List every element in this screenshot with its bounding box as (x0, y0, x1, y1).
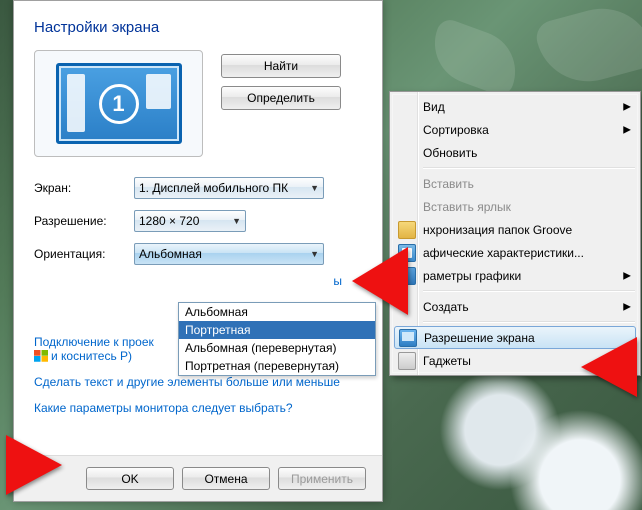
resolution-label: Разрешение: (34, 214, 134, 228)
ctx-separator (423, 321, 635, 323)
detect-button[interactable]: Определить (221, 86, 341, 110)
ctx-graphics-properties[interactable]: афические характеристики... (393, 241, 637, 264)
ctx-separator (423, 290, 635, 292)
monitor-preview[interactable]: 1 (34, 50, 203, 157)
monitor-thumbnail[interactable]: 1 (56, 63, 182, 144)
ctx-paste: Вставить (393, 172, 637, 195)
which-settings-link[interactable]: Какие параметры монитора следует выбрать… (34, 401, 362, 415)
display-settings-dialog: Настройки экрана 1 Найти Определить Экра… (13, 0, 383, 502)
ctx-paste-shortcut: Вставить ярлык (393, 195, 637, 218)
gadget-icon (398, 352, 416, 370)
dialog-title: Настройки экрана (34, 19, 362, 36)
folder-sync-icon (398, 221, 416, 239)
monitor-icon (399, 329, 417, 347)
ok-button[interactable]: OK (86, 467, 174, 490)
monitor-number: 1 (99, 84, 139, 124)
orientation-label: Ориентация: (34, 247, 134, 261)
display-dropdown[interactable]: 1. Дисплей мобильного ПК ▼ (134, 177, 324, 199)
orientation-option-landscape-flipped[interactable]: Альбомная (перевернутая) (179, 339, 375, 357)
submenu-arrow-icon: ▶ (623, 101, 631, 112)
decor-leaf (533, 0, 642, 93)
ctx-view[interactable]: Вид▶ (393, 95, 637, 118)
desktop-context-menu[interactable]: Вид▶ Сортировка▶ Обновить Вставить Встав… (389, 91, 641, 376)
ctx-sort[interactable]: Сортировка▶ (393, 118, 637, 141)
chevron-down-icon: ▼ (310, 249, 319, 259)
chevron-down-icon: ▼ (310, 183, 319, 193)
find-button[interactable]: Найти (221, 54, 341, 78)
windows-logo-icon (34, 350, 48, 362)
annotation-arrow-orientation (330, 247, 410, 327)
ctx-new[interactable]: Создать▶ (393, 295, 637, 318)
orientation-option-portrait-flipped[interactable]: Портретная (перевернутая) (179, 357, 375, 375)
apply-button[interactable]: Применить (278, 467, 366, 490)
submenu-arrow-icon: ▶ (623, 270, 631, 281)
decor-leaf (423, 16, 526, 98)
submenu-arrow-icon: ▶ (623, 124, 631, 135)
resolution-dropdown[interactable]: 1280 × 720 ▼ (134, 210, 246, 232)
submenu-arrow-icon: ▶ (623, 301, 631, 312)
orientation-dropdown[interactable]: Альбомная ▼ (134, 243, 324, 265)
text-size-link[interactable]: Сделать текст и другие элементы больше и… (34, 375, 362, 389)
ctx-graphics-params[interactable]: раметры графики▶ (393, 264, 637, 287)
ctx-separator (423, 167, 635, 169)
ctx-refresh[interactable]: Обновить (393, 141, 637, 164)
chevron-down-icon: ▼ (232, 216, 241, 226)
annotation-arrow-ok (4, 435, 84, 505)
cancel-button[interactable]: Отмена (182, 467, 270, 490)
display-label: Экран: (34, 181, 134, 195)
annotation-arrow-context (559, 337, 639, 407)
ctx-groove-sync[interactable]: нхронизация папок Groove (393, 218, 637, 241)
